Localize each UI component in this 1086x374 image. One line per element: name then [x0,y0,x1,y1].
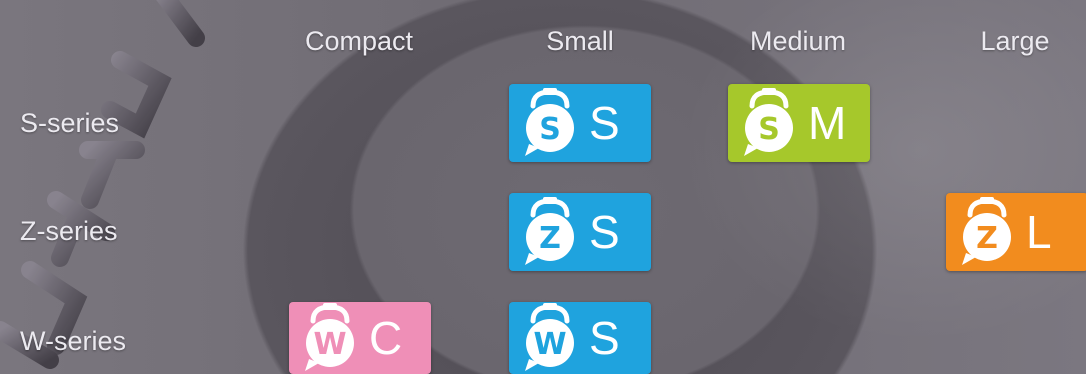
timer-logo-svg: W [525,303,574,371]
size-chart: Compact Small Medium Large S-series Z-se… [0,0,1086,374]
badge-s-series-medium[interactable]: S M [728,84,870,162]
badge-w-series-small[interactable]: W S [509,302,651,374]
timer-logo-icon: W [517,299,583,374]
timer-logo-svg: Z [962,197,1011,265]
timer-logo-icon: S [517,84,583,162]
badge-size-letter: M [808,97,847,149]
column-header-large: Large [980,26,1050,56]
row-label-w-series: W-series [20,326,127,356]
series-letter: W [533,327,566,362]
timer-logo-svg: W [305,303,354,371]
column-header-medium: Medium [749,26,847,56]
badge-size-letter: S [589,97,620,149]
timer-logo-svg: S [744,88,793,156]
badge-size-letter: L [1026,206,1052,258]
series-letter: Z [976,221,998,256]
badge-size-letter: S [589,312,620,364]
timer-logo-icon: S [736,84,802,162]
timer-logo-svg: Z [525,197,574,265]
embossed-background-logo [0,0,205,369]
badge-z-series-small[interactable]: Z S [509,193,651,271]
timer-logo-icon: Z [954,193,1020,271]
timer-logo-icon: Z [517,193,583,271]
column-header-small: Small [546,26,614,56]
column-header-compact: Compact [304,26,414,56]
badge-size-letter: S [589,206,620,258]
row-label-z-series: Z-series [20,216,118,246]
timer-logo-icon: W [297,299,363,374]
row-label-s-series: S-series [20,108,120,138]
series-letter: Z [539,221,561,256]
badge-w-series-compact[interactable]: W C [289,302,431,374]
badge-z-series-large[interactable]: Z L [946,193,1086,271]
series-letter: S [539,112,561,147]
series-letter: W [313,327,346,362]
timer-logo-svg: S [525,88,574,156]
badge-size-letter: C [369,312,403,364]
badge-s-series-small[interactable]: S S [509,84,651,162]
series-letter: S [758,112,780,147]
